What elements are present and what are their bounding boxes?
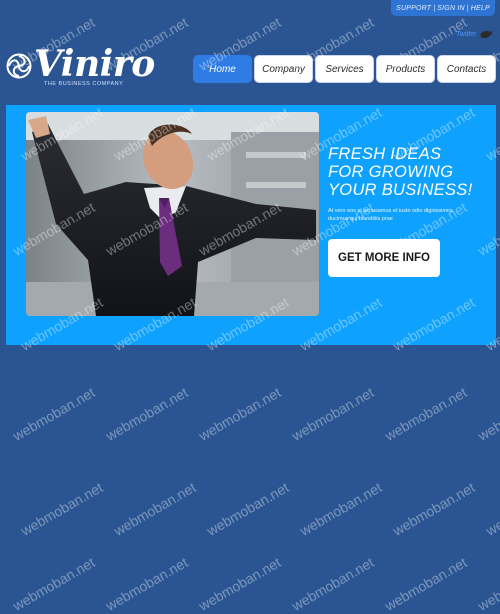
watermark-text: webmoban.net bbox=[18, 479, 106, 539]
logo-swirl-icon bbox=[6, 53, 32, 79]
hero-heading: FRESH IDEAS FOR GROWING YOUR BUSINESS! bbox=[328, 145, 496, 199]
watermark-text: webmoban.net bbox=[10, 554, 98, 614]
sign-in-link[interactable]: SIGN IN bbox=[435, 5, 466, 12]
watermark-text: webmoban.net bbox=[483, 479, 500, 539]
nav-products[interactable]: Products bbox=[376, 55, 435, 83]
nav-home[interactable]: Home bbox=[193, 55, 252, 83]
hero-heading-line: FOR GROWING bbox=[328, 163, 454, 181]
logo-tagline: THE BUSINESS COMPANY bbox=[44, 81, 124, 87]
watermark-text: webmoban.net bbox=[297, 479, 385, 539]
twitter-bird-icon bbox=[480, 30, 494, 39]
hero-heading-line: FRESH IDEAS bbox=[328, 145, 442, 163]
hero-body-text: At vero eos et accusamus et iusto odio d… bbox=[328, 208, 453, 222]
nav-company[interactable]: Company bbox=[254, 55, 313, 83]
watermark-text: webmoban.net bbox=[103, 384, 191, 444]
watermark-text: webmoban.net bbox=[196, 384, 284, 444]
watermark-text: webmoban.net bbox=[382, 554, 470, 614]
watermark-text: webmoban.net bbox=[103, 554, 191, 614]
watermark-text: webmoban.net bbox=[204, 479, 292, 539]
watermark-text: webmoban.net bbox=[111, 479, 199, 539]
help-link[interactable]: HELP bbox=[469, 5, 492, 12]
nav-services[interactable]: Services bbox=[315, 55, 374, 83]
utility-links: SUPPORT | SIGN IN | HELP bbox=[391, 0, 495, 16]
watermark-text: webmoban.net bbox=[289, 554, 377, 614]
watermark-text: webmoban.net bbox=[475, 554, 500, 614]
watermark-text: webmoban.net bbox=[475, 384, 500, 444]
watermark-text: webmoban.net bbox=[390, 479, 478, 539]
hero-photo bbox=[26, 112, 319, 316]
watermark-text: webmoban.net bbox=[10, 384, 98, 444]
hero-banner: FRESH IDEAS FOR GROWING YOUR BUSINESS! A… bbox=[6, 105, 496, 345]
logo[interactable]: Viniro THE BUSINESS COMPANY bbox=[6, 44, 155, 90]
watermark-text: webmoban.net bbox=[382, 384, 470, 444]
twitter-label: Twitter bbox=[456, 30, 477, 38]
twitter-link[interactable]: Twitter bbox=[456, 28, 494, 40]
nav-contacts[interactable]: Contacts bbox=[437, 55, 496, 83]
watermark-text: webmoban.net bbox=[289, 384, 377, 444]
watermark-text: webmoban.net bbox=[196, 554, 284, 614]
logo-wordmark: Viniro bbox=[34, 43, 155, 85]
support-link[interactable]: SUPPORT bbox=[394, 5, 433, 12]
get-more-info-button[interactable]: GET MORE INFO bbox=[328, 239, 440, 277]
main-nav: Home Company Services Products Contacts bbox=[193, 55, 496, 83]
hero-heading-line: YOUR BUSINESS! bbox=[328, 181, 473, 199]
